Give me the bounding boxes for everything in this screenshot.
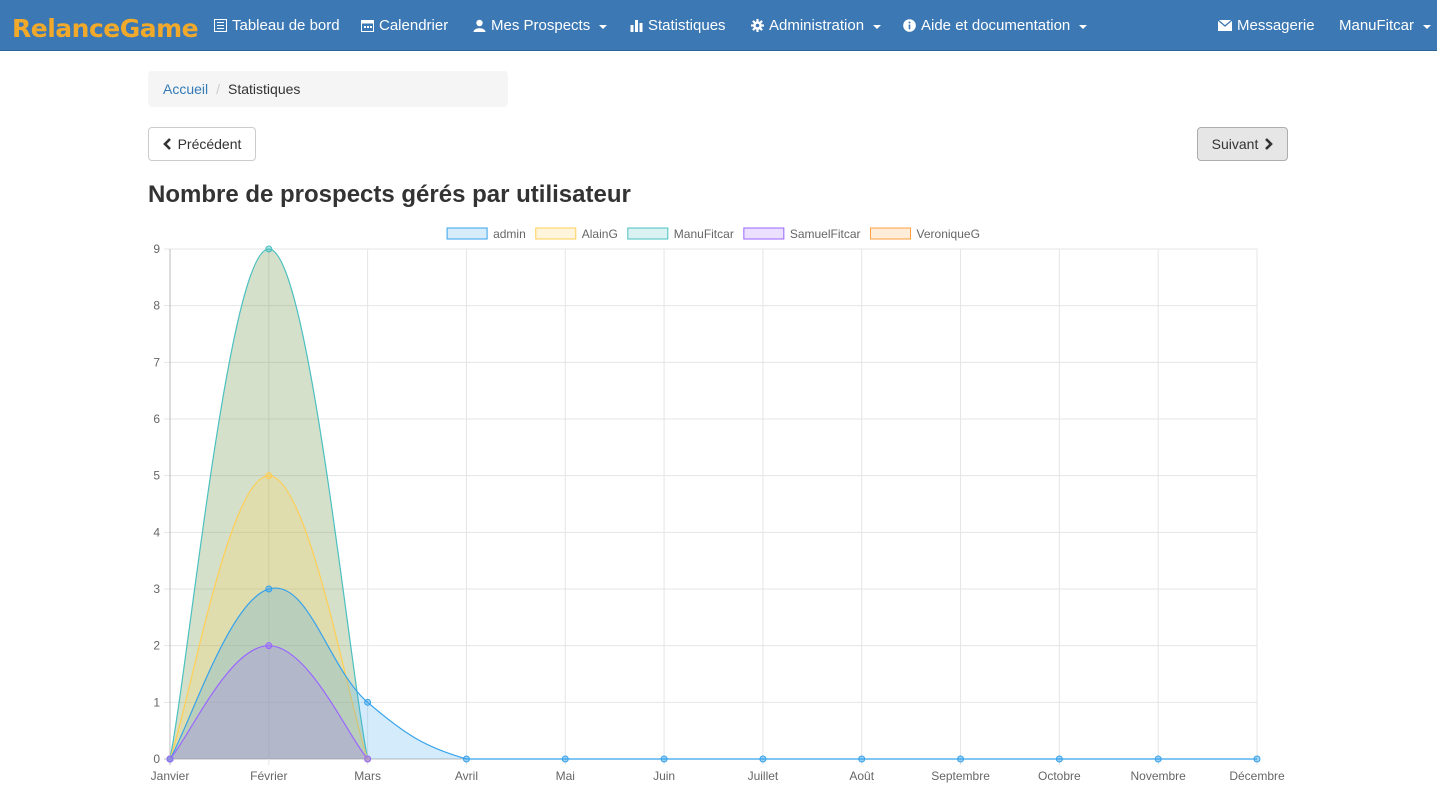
legend-swatch xyxy=(870,227,912,240)
nav-prospects-label: Mes Prospects xyxy=(491,17,591,34)
nav-help-label: Aide et documentation xyxy=(921,17,1071,34)
envelope-icon xyxy=(1218,20,1232,31)
prospects-area-chart: 0 1 2 3 4 5 6 7 8 9 Janvier Février Mars Avril Mai Juin… xyxy=(151,227,1285,783)
x-tick-label: Juin xyxy=(653,769,675,783)
nav-administration[interactable]: Administration xyxy=(751,0,882,51)
legend-item-AlainG[interactable]: AlainG xyxy=(535,227,618,241)
user-icon xyxy=(473,19,486,32)
legend-swatch xyxy=(535,227,577,240)
next-button[interactable]: Suivant xyxy=(1197,127,1288,161)
chart-legend: admin AlainG ManuFitcar SamuelFitcar Veroniq… xyxy=(446,227,980,241)
x-tick-label: Janvier xyxy=(151,769,190,783)
legend-label: SamuelFitcar xyxy=(790,227,861,241)
y-tick-label: 3 xyxy=(153,582,160,596)
breadcrumb-separator: / xyxy=(216,81,221,97)
y-tick-label: 9 xyxy=(153,242,160,256)
data-point-admin[interactable] xyxy=(858,755,866,763)
x-tick-label: Octobre xyxy=(1038,769,1081,783)
y-tick-label: 8 xyxy=(153,299,160,313)
legend-swatch xyxy=(743,227,785,240)
chevron-down-icon xyxy=(1079,24,1088,29)
chevron-right-icon xyxy=(1265,138,1274,150)
nav-dashboard-label: Tableau de bord xyxy=(232,17,340,34)
legend-item-SamuelFitcar[interactable]: SamuelFitcar xyxy=(743,227,861,241)
x-tick-label: Décembre xyxy=(1229,769,1285,783)
data-point-AlainG[interactable] xyxy=(265,472,273,480)
chevron-left-icon xyxy=(162,138,171,150)
data-point-SamuelFitcar[interactable] xyxy=(166,755,174,763)
legend-label: AlainG xyxy=(582,227,618,241)
nav-prospects[interactable]: Mes Prospects xyxy=(473,0,608,51)
chart-series xyxy=(166,245,1261,763)
previous-button[interactable]: Précédent xyxy=(148,127,256,161)
nav-messaging[interactable]: Messagerie xyxy=(1218,0,1315,51)
previous-button-label: Précédent xyxy=(177,136,242,152)
y-tick-label: 4 xyxy=(153,525,160,539)
next-button-label: Suivant xyxy=(1211,136,1259,152)
chevron-down-icon xyxy=(1423,24,1432,29)
x-tick-label: Novembre xyxy=(1131,769,1187,783)
x-tick-label: Février xyxy=(250,769,287,783)
info-icon xyxy=(903,19,916,32)
gear-icon xyxy=(751,19,764,32)
nav-statistics[interactable]: Statistiques xyxy=(630,0,726,51)
nav-dashboard[interactable]: Tableau de bord xyxy=(214,0,340,51)
x-tick-label: Avril xyxy=(455,769,478,783)
x-tick-label: Août xyxy=(849,769,874,783)
brand-logo[interactable]: RelanceGame xyxy=(12,12,199,46)
data-point-admin[interactable] xyxy=(462,755,470,763)
y-tick-label: 1 xyxy=(153,695,160,709)
y-tick-label: 6 xyxy=(153,412,160,426)
data-point-admin[interactable] xyxy=(1253,755,1261,763)
nav-calendar[interactable]: Calendrier xyxy=(361,0,448,51)
calendar-icon xyxy=(361,20,374,32)
breadcrumb: Accueil / Statistiques xyxy=(148,71,508,107)
bar-chart-icon xyxy=(630,20,643,32)
chevron-down-icon xyxy=(599,24,608,29)
y-tick-label: 2 xyxy=(153,639,160,653)
data-point-admin[interactable] xyxy=(561,755,569,763)
data-point-ManuFitcar[interactable] xyxy=(265,245,273,253)
legend-swatch xyxy=(446,227,488,240)
x-tick-label: Mars xyxy=(354,769,381,783)
legend-label: ManuFitcar xyxy=(674,227,734,241)
data-point-SamuelFitcar[interactable] xyxy=(265,642,273,650)
nav-statistics-label: Statistiques xyxy=(648,17,726,34)
page-title: Nombre de prospects gérés par utilisateu… xyxy=(148,181,631,208)
nav-user-label: ManuFitcar xyxy=(1339,17,1415,34)
data-point-admin[interactable] xyxy=(1154,755,1162,763)
legend-item-admin[interactable]: admin xyxy=(446,227,526,241)
legend-item-VeroniqueG[interactable]: VeroniqueG xyxy=(870,227,980,241)
data-point-admin[interactable] xyxy=(957,755,965,763)
data-point-admin[interactable] xyxy=(364,698,372,706)
data-point-admin[interactable] xyxy=(265,585,273,593)
y-tick-label: 7 xyxy=(153,355,160,369)
legend-label: VeroniqueG xyxy=(917,227,980,241)
data-point-admin[interactable] xyxy=(1055,755,1063,763)
nav-help[interactable]: Aide et documentation xyxy=(903,0,1088,51)
nav-calendar-label: Calendrier xyxy=(379,17,449,34)
data-point-SamuelFitcar[interactable] xyxy=(364,755,372,763)
top-navbar: RelanceGame Tableau de bord Calendrier M… xyxy=(0,0,1437,51)
y-tick-label: 0 xyxy=(153,752,160,766)
breadcrumb-current: Statistiques xyxy=(228,81,301,97)
breadcrumb-home-link[interactable]: Accueil xyxy=(163,81,208,97)
legend-label: admin xyxy=(493,227,526,241)
x-tick-label: Juillet xyxy=(748,769,779,783)
chevron-down-icon xyxy=(873,24,882,29)
data-point-admin[interactable] xyxy=(759,755,767,763)
nav-user-menu[interactable]: ManuFitcar xyxy=(1339,0,1432,51)
legend-swatch xyxy=(627,227,669,240)
nav-messaging-label: Messagerie xyxy=(1237,17,1315,34)
dashboard-icon xyxy=(214,19,227,32)
y-tick-label: 5 xyxy=(153,469,160,483)
data-point-admin[interactable] xyxy=(660,755,668,763)
x-tick-label: Septembre xyxy=(931,769,990,783)
x-tick-label: Mai xyxy=(556,769,575,783)
nav-administration-label: Administration xyxy=(769,17,865,34)
legend-item-ManuFitcar[interactable]: ManuFitcar xyxy=(627,227,734,241)
